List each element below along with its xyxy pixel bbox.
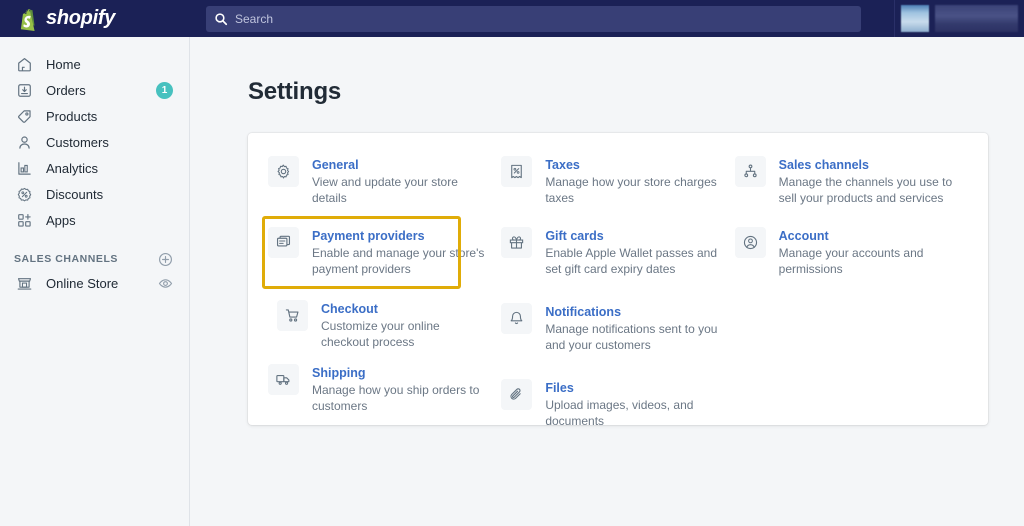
settings-item-desc: View and update your store details bbox=[312, 175, 458, 205]
sidebar-item-label: Analytics bbox=[46, 161, 99, 176]
settings-item-desc: Upload images, videos, and documents bbox=[545, 398, 694, 428]
settings-item-title: Checkout bbox=[321, 302, 378, 316]
avatar bbox=[901, 5, 929, 32]
settings-item-desc: Manage notifications sent to you and you… bbox=[545, 322, 718, 352]
search-bar[interactable] bbox=[206, 5, 861, 32]
settings-item-desc: Manage how you ship orders to customers bbox=[312, 383, 480, 413]
settings-item-checkout[interactable]: Checkout Customize your online checkout … bbox=[268, 294, 487, 350]
top-bar: shopify bbox=[0, 0, 1024, 37]
sidebar-item-analytics[interactable]: Analytics bbox=[0, 156, 189, 181]
sidebar-item-label: Apps bbox=[46, 213, 76, 228]
settings-item-desc: Manage how your store charges taxes bbox=[545, 175, 717, 205]
settings-item-title: Taxes bbox=[545, 158, 580, 172]
cart-icon bbox=[277, 300, 308, 331]
sidebar-item-discounts[interactable]: Discounts bbox=[0, 182, 189, 207]
sidebar-item-label: Customers bbox=[46, 135, 109, 150]
person-icon bbox=[14, 133, 34, 153]
account-menu[interactable] bbox=[894, 0, 1024, 37]
settings-item-title: Notifications bbox=[545, 305, 622, 319]
settings-item-desc: Enable and manage your store's payment p… bbox=[312, 246, 485, 276]
settings-column-3: Sales channels Manage the channels you u… bbox=[734, 156, 968, 405]
settings-item-title: Files bbox=[545, 381, 574, 395]
apps-icon bbox=[14, 211, 34, 231]
sidebar-item-label: Products bbox=[46, 109, 98, 124]
settings-item-notifications[interactable]: Notifications Manage notifications sent … bbox=[501, 303, 720, 353]
sidebar: Home Orders 1 Products Customers Analyti… bbox=[0, 37, 190, 526]
paperclip-icon bbox=[501, 379, 533, 410]
network-icon bbox=[734, 156, 766, 187]
settings-item-payment-providers[interactable]: Payment providers Enable and manage your… bbox=[268, 227, 487, 277]
settings-item-files[interactable]: Files Upload images, videos, and documen… bbox=[501, 379, 720, 429]
sidebar-item-label: Orders bbox=[46, 83, 86, 98]
settings-item-title: Account bbox=[778, 229, 829, 243]
gift-icon bbox=[501, 227, 533, 258]
sidebar-item-online-store[interactable]: Online Store bbox=[0, 271, 189, 296]
gear-icon bbox=[268, 156, 299, 187]
orders-icon bbox=[14, 81, 34, 101]
settings-column-2: Taxes Manage how your store charges taxe… bbox=[501, 156, 734, 428]
store-name-redacted bbox=[935, 5, 1018, 32]
taxes-icon bbox=[501, 156, 533, 187]
settings-item-title: Payment providers bbox=[312, 229, 425, 243]
sidebar-item-home[interactable]: Home bbox=[0, 52, 189, 77]
payment-icon bbox=[268, 227, 299, 258]
settings-item-title: Gift cards bbox=[545, 229, 604, 243]
storefront-icon bbox=[14, 274, 34, 294]
settings-item-title: Shipping bbox=[312, 366, 366, 380]
home-icon bbox=[14, 55, 34, 75]
tag-icon bbox=[14, 107, 34, 127]
settings-item-desc: Manage your accounts and permissions bbox=[778, 246, 924, 276]
search-input[interactable] bbox=[235, 6, 853, 31]
truck-icon bbox=[268, 364, 299, 395]
settings-item-sales-channels[interactable]: Sales channels Manage the channels you u… bbox=[734, 156, 954, 206]
bar-chart-icon bbox=[14, 159, 34, 179]
sales-channels-title: SALES CHANNELS bbox=[14, 253, 118, 265]
main-content: Settings General View and update your st… bbox=[191, 37, 1024, 526]
settings-item-taxes[interactable]: Taxes Manage how your store charges taxe… bbox=[501, 156, 720, 206]
shopify-bag-icon bbox=[17, 7, 39, 31]
settings-card: General View and update your store detai… bbox=[248, 133, 988, 428]
search-icon bbox=[214, 12, 228, 26]
account-circle-icon bbox=[734, 227, 766, 258]
sidebar-item-orders[interactable]: Orders 1 bbox=[0, 78, 189, 103]
settings-column-1: General View and update your store detai… bbox=[268, 156, 501, 413]
sidebar-item-label: Discounts bbox=[46, 187, 104, 202]
plus-circle-icon[interactable] bbox=[158, 252, 173, 267]
settings-item-desc: Manage the channels you use to sell your… bbox=[778, 175, 953, 205]
settings-item-title: General bbox=[312, 158, 359, 172]
settings-item-title: Sales channels bbox=[778, 158, 869, 172]
discount-icon bbox=[14, 185, 34, 205]
page-title: Settings bbox=[248, 78, 342, 105]
orders-badge: 1 bbox=[156, 82, 173, 99]
settings-item-desc: Enable Apple Wallet passes and set gift … bbox=[545, 246, 717, 276]
sidebar-item-apps[interactable]: Apps bbox=[0, 208, 189, 233]
settings-item-gift-cards[interactable]: Gift cards Enable Apple Wallet passes an… bbox=[501, 227, 720, 277]
settings-item-general[interactable]: General View and update your store detai… bbox=[268, 156, 487, 206]
shopify-logo[interactable]: shopify bbox=[0, 0, 190, 37]
sidebar-item-customers[interactable]: Customers bbox=[0, 130, 189, 155]
settings-item-desc: Customize your online checkout process bbox=[321, 319, 440, 349]
bell-icon bbox=[501, 303, 533, 334]
sidebar-item-products[interactable]: Products bbox=[0, 104, 189, 129]
sidebar-item-label: Online Store bbox=[46, 276, 119, 291]
settings-item-account[interactable]: Account Manage your accounts and permiss… bbox=[734, 227, 954, 277]
settings-item-shipping[interactable]: Shipping Manage how you ship orders to c… bbox=[268, 364, 487, 414]
shopify-logo-text: shopify bbox=[46, 7, 116, 29]
sales-channels-header: SALES CHANNELS bbox=[0, 247, 189, 271]
sidebar-item-label: Home bbox=[46, 57, 81, 72]
eye-icon[interactable] bbox=[158, 276, 173, 291]
